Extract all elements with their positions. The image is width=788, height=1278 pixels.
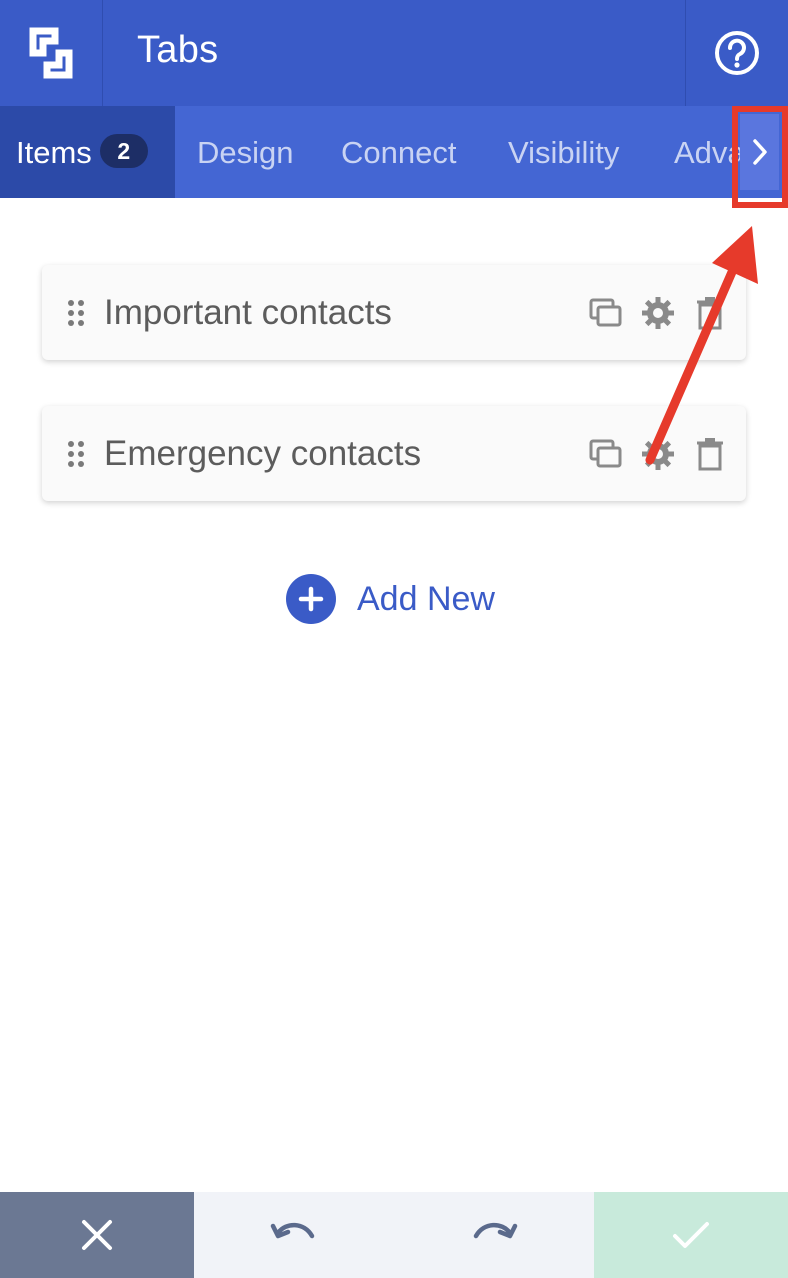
duplicate-icon[interactable] — [588, 436, 624, 472]
app-header: Tabs — [0, 0, 788, 106]
help-button[interactable] — [685, 0, 788, 106]
confirm-button[interactable] — [594, 1192, 788, 1278]
annotation-highlight-box — [732, 106, 788, 208]
undo-button[interactable] — [194, 1192, 394, 1278]
close-icon — [82, 1220, 112, 1250]
plus-icon — [298, 586, 324, 612]
cancel-button[interactable] — [0, 1192, 194, 1278]
items-count-badge: 2 — [99, 134, 148, 168]
trash-icon[interactable] — [692, 436, 728, 472]
redo-button[interactable] — [394, 1192, 594, 1278]
item-label: Emergency contacts — [104, 434, 422, 473]
tab-connect[interactable]: Connect — [341, 106, 456, 198]
tab-items[interactable]: Items 2 — [0, 106, 175, 198]
drag-handle-icon[interactable] — [66, 298, 86, 328]
undo-icon — [270, 1222, 315, 1239]
builder-logo-icon — [29, 27, 73, 79]
add-new-button[interactable]: Add New — [286, 574, 495, 624]
tab-design[interactable]: Design — [197, 106, 294, 198]
tab-items-label: Items — [16, 135, 92, 170]
duplicate-icon[interactable] — [588, 295, 624, 331]
trash-icon[interactable] — [692, 295, 728, 331]
tab-visibility[interactable]: Visibility — [508, 106, 619, 198]
item-label: Important contacts — [104, 293, 392, 332]
panel-title: Tabs — [137, 29, 219, 71]
redo-icon — [473, 1222, 518, 1239]
tab-bar: Items 2 Design Connect Visibility Adva — [0, 106, 788, 198]
footer-toolbar — [0, 1192, 788, 1278]
add-circle — [286, 574, 336, 624]
add-new-label: Add New — [357, 579, 495, 618]
list-item[interactable]: Emergency contacts — [42, 406, 746, 501]
help-circle-icon — [715, 31, 759, 75]
drag-handle-icon[interactable] — [66, 439, 86, 469]
check-icon — [673, 1222, 709, 1248]
gear-icon[interactable] — [640, 295, 676, 331]
logo[interactable] — [0, 0, 103, 106]
gear-icon[interactable] — [640, 436, 676, 472]
list-item[interactable]: Important contacts — [42, 265, 746, 360]
